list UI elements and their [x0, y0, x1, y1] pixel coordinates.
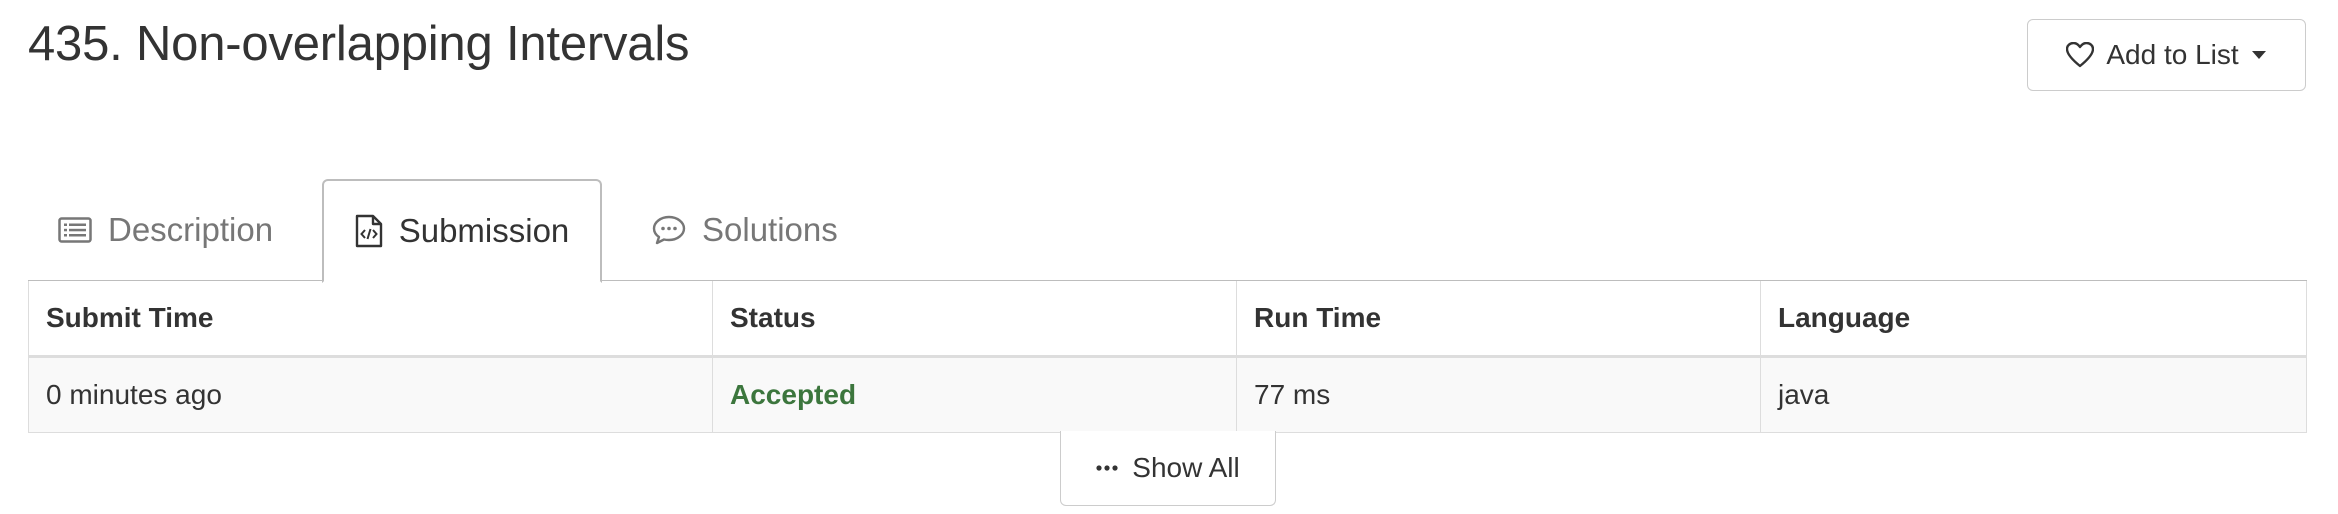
header-submit-time: Submit Time: [29, 281, 713, 355]
submissions-table: Submit Time Status Run Time Language 0 m…: [28, 281, 2307, 433]
add-to-list-label: Add to List: [2106, 39, 2239, 70]
header-run-time: Run Time: [1237, 281, 1761, 355]
add-to-list-button[interactable]: Add to List: [2027, 19, 2306, 91]
show-all-label: Show All: [1132, 452, 1240, 483]
page-title: 435. Non-overlapping Intervals: [28, 17, 690, 71]
tab-submission[interactable]: Submission: [322, 179, 602, 283]
header-status: Status: [713, 281, 1237, 355]
submit-time-cell: 0 minutes ago: [29, 358, 713, 432]
tab-description[interactable]: Description: [58, 179, 273, 281]
show-all-button[interactable]: Show All: [1060, 431, 1276, 506]
code-file-icon: [355, 214, 383, 248]
status-accepted-link[interactable]: Accepted: [730, 379, 856, 411]
run-time-cell: 77 ms: [1237, 358, 1761, 432]
tab-solutions-label: Solutions: [702, 211, 838, 248]
status-cell: Accepted: [713, 358, 1237, 432]
header-language: Language: [1778, 302, 1911, 333]
table-header-row: Submit Time Status Run Time Language: [29, 281, 2306, 358]
list-icon: [58, 217, 92, 243]
tab-submission-label: Submission: [398, 212, 570, 249]
language-cell: java: [1778, 379, 1830, 410]
ellipsis-icon: [1096, 465, 1118, 471]
tab-solutions[interactable]: Solutions: [652, 179, 838, 281]
heart-icon: [2066, 42, 2095, 68]
comment-icon: [652, 215, 686, 245]
table-row: 0 minutes ago Accepted 77 ms java: [29, 358, 2306, 432]
caret-down-icon: [2251, 50, 2267, 60]
tab-description-label: Description: [108, 211, 274, 248]
